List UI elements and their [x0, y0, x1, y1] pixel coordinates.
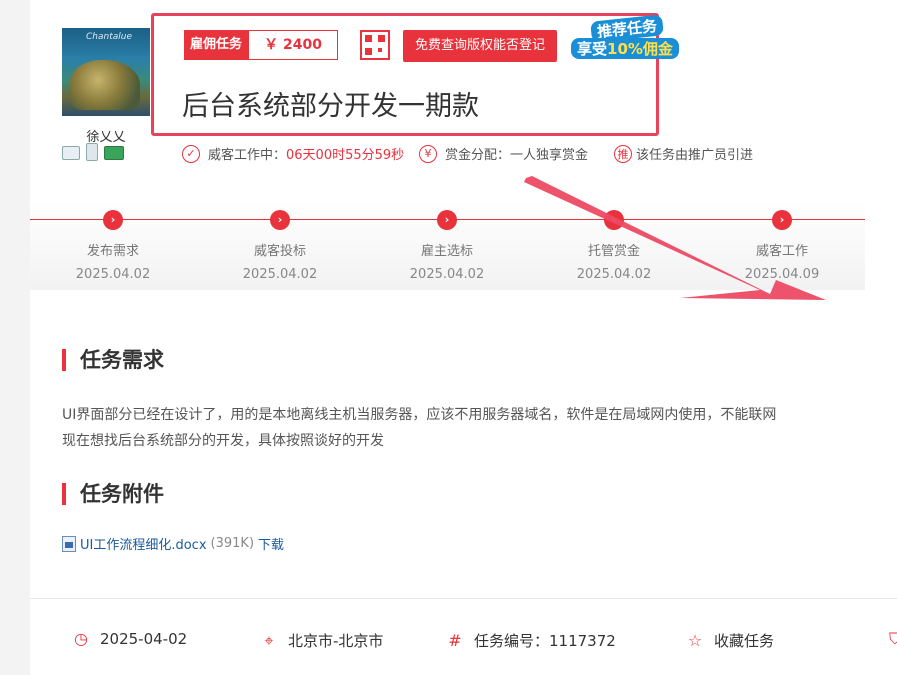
task-type-label: 雇佣任务 — [184, 30, 249, 60]
location-pin-icon: ⌖ — [264, 630, 274, 650]
referral-promoter: 推广员 — [688, 148, 728, 163]
attachment-size: (391K) — [210, 536, 255, 551]
publish-date-value: 2025-04-02 — [100, 630, 188, 648]
step-arrow-icon: › — [103, 210, 123, 230]
timeline-step: › 雇主选标 2025.04.02 — [397, 210, 497, 282]
requirements-description: UI界面部分已经在设计了，用的是本地离线主机当服务器，应该不用服务器域名，软件是… — [62, 402, 862, 454]
task-price: ￥ 2400 — [248, 30, 339, 60]
report-button[interactable]: ⛉ — [886, 630, 897, 648]
reward-distribution: ¥ 赏金分配：一人独享赏金 — [419, 144, 588, 163]
annotation-arrow — [524, 176, 826, 300]
step-arrow-icon: › — [437, 210, 457, 230]
step-date: 2025.04.02 — [409, 267, 485, 282]
section-title-attachments: 任务附件 — [62, 483, 164, 505]
task-location: ⌖ 北京市-北京市 — [260, 630, 383, 651]
check-circle-icon: ✓ — [182, 144, 200, 163]
countdown-timer: 06天00时55分59秒 — [286, 148, 405, 163]
phone-icon — [86, 143, 98, 161]
section-title-requirements: 任务需求 — [62, 349, 164, 371]
attachment-item: UI工作流程细化.docx (391K) 下载 — [62, 534, 284, 553]
work-status: ✓ 威客工作中： 06天00时55分59秒 — [182, 144, 404, 163]
reward-label: 赏金分配：一人独享赏金 — [445, 148, 589, 163]
star-icon: ☆ — [687, 630, 703, 650]
work-status-label: 威客工作中： — [208, 148, 287, 163]
copyright-query-button[interactable]: 免费查询版权能否登记 — [403, 30, 558, 62]
divider — [30, 598, 897, 599]
avatar-image — [70, 60, 140, 110]
referral-prefix: 该任务由 — [636, 148, 689, 163]
step-arrow-icon: › — [270, 210, 290, 230]
bank-card-icon — [104, 146, 124, 160]
publish-date: ◷ 2025-04-02 — [72, 629, 188, 649]
referral-info: 推 该任务由 推广员 引进 — [614, 144, 753, 163]
download-link[interactable]: 下载 — [258, 534, 284, 553]
location-value: 北京市-北京市 — [288, 632, 384, 650]
hash-icon: # — [448, 630, 462, 650]
id-card-icon — [62, 146, 80, 160]
qr-code-icon[interactable] — [360, 30, 390, 60]
timeline-step: › 威客投标 2025.04.02 — [230, 210, 330, 282]
task-id-value: 任务编号：1117372 — [474, 632, 616, 650]
clock-icon: ◷ — [74, 629, 88, 648]
favorite-task-button[interactable]: ☆ 收藏任务 — [686, 630, 774, 651]
employer-avatar[interactable]: Chantalue — [62, 28, 150, 116]
promo-line2: 享受10%佣金 — [571, 38, 679, 59]
attachment-file-link[interactable]: UI工作流程细化.docx — [80, 534, 207, 553]
task-type-tag: 雇佣任务 ￥ 2400 — [184, 30, 339, 60]
step-date: 2025.04.02 — [75, 267, 151, 282]
requirements-line: 现在想找后台系统部分的开发，具体按照谈好的开发 — [62, 433, 384, 449]
referral-icon: 推 — [614, 144, 632, 163]
task-id: # 任务编号：1117372 — [446, 630, 616, 651]
step-name: 雇主选标 — [420, 244, 473, 259]
timeline-step: › 发布需求 2025.04.02 — [63, 210, 163, 282]
requirements-line: UI界面部分已经在设计了，用的是本地离线主机当服务器，应该不用服务器域名，软件是… — [62, 407, 777, 423]
promo-badge[interactable]: 推荐任务 享受10%佣金 — [571, 14, 699, 62]
step-name: 发布需求 — [86, 244, 139, 259]
verification-badges — [62, 143, 124, 161]
avatar-caption: Chantalue — [86, 32, 132, 42]
referral-suffix: 引进 — [727, 148, 754, 163]
word-doc-icon — [62, 535, 76, 552]
yen-icon: ¥ — [419, 144, 437, 163]
favorite-label: 收藏任务 — [714, 632, 775, 650]
step-name: 威客投标 — [253, 244, 306, 259]
task-title: 后台系统部分开发一期款 — [182, 91, 479, 122]
employer-name[interactable]: 徐乂乂 — [62, 126, 150, 145]
step-date: 2025.04.02 — [242, 267, 318, 282]
shield-icon: ⛉ — [888, 629, 897, 648]
